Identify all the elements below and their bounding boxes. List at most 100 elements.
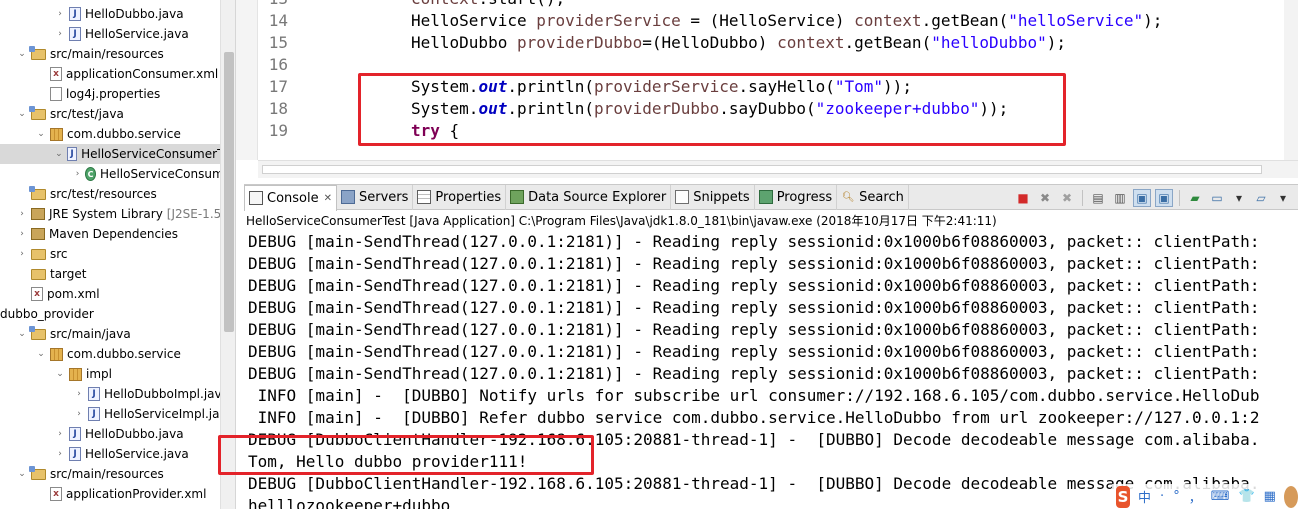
tree-item[interactable]: › src [0,244,235,264]
toolbox-icon[interactable]: ▦ [1264,489,1276,504]
expand-chevron-icon[interactable]: › [16,208,28,220]
tree-item[interactable]: x applicationProvider.xml [0,484,235,504]
tree-item[interactable]: ⌄ src/main/resources [0,464,235,484]
expand-chevron-icon[interactable]: › [54,428,66,440]
view-tab-bar: Console ✕ Servers Properties Data Source Exp… [244,184,1298,211]
open-console-icon[interactable]: ▱ [1252,189,1270,207]
collapse-chevron-icon[interactable]: ⌄ [16,468,28,480]
toolbar-separator [1082,189,1083,206]
tree-item[interactable]: › Maven Dependencies [0,224,235,244]
tree-item[interactable]: › C HelloServiceConsumer [0,164,235,184]
tree-item[interactable]: › J HelloDubbo.java [0,424,235,444]
tab-servers[interactable]: Servers [337,184,414,210]
pin-console-icon[interactable]: ▰ [1186,189,1204,207]
expand-chevron-icon[interactable]: › [54,8,66,20]
class-icon: C [85,167,97,181]
collapse-chevron-icon[interactable]: ⌄ [54,148,64,160]
package-icon [69,367,82,381]
explorer-scrollbar[interactable] [220,0,235,509]
tab-properties[interactable]: Properties [413,184,507,210]
line-number: 16 [268,55,288,74]
code-line[interactable]: 14 HelloService providerService = (HelloS… [258,10,1298,32]
open-console-dropdown-icon[interactable]: ▾ [1274,189,1292,207]
tree-item[interactable]: ⌄ src/main/resources [0,44,235,64]
collapse-chevron-icon[interactable]: ⌄ [35,348,47,360]
tree-item[interactable]: dubbo_provider [0,304,235,324]
expand-chevron-icon[interactable]: › [73,408,85,420]
java-editor[interactable]: 13context.start();14HelloService provide… [236,0,1298,180]
collapse-chevron-icon[interactable]: ⌄ [16,108,28,120]
expand-chevron-icon[interactable]: › [73,388,85,400]
editor-horizontal-scrollbar[interactable] [258,160,1298,178]
clear-console-icon[interactable]: ▤ [1089,189,1107,207]
tree-item[interactable]: ⌄ src/main/java [0,324,235,344]
console-output[interactable]: DEBUG [main-SendThread(127.0.0.1:2181)] … [244,231,1298,509]
tree-item[interactable]: ⌄ impl [0,364,235,384]
expand-chevron-icon[interactable]: › [54,28,66,40]
console-view: Console ✕ Servers Properties Data Source Exp… [244,184,1298,509]
tree-item[interactable]: › J HelloServiceImpl.java [0,404,235,424]
code-line[interactable]: 15 HelloDubbo providerDubbo=(HelloDubbo) … [258,32,1298,54]
tree-item[interactable]: x applicationConsumer.xml [0,64,235,84]
code-text: context.start(); [411,0,565,10]
ime-avatar[interactable] [1283,485,1298,508]
ime-degree-icon[interactable]: ° [1173,489,1180,504]
tab-search[interactable]: 🔍︎ Search [837,184,909,210]
keyboard-icon[interactable]: ⌨ [1211,489,1230,504]
java-file-icon: J [88,387,100,401]
tree-item[interactable]: x pom.xml [0,284,235,304]
tree-item[interactable]: ⌄ src/test/java [0,104,235,124]
code-line[interactable]: 16 [258,54,1298,76]
ime-comma-icon[interactable]: ， [1189,487,1202,506]
explorer-scrollbar-thumb[interactable] [224,52,234,332]
skin-icon[interactable]: 👕 [1238,489,1254,504]
expand-chevron-icon[interactable]: › [73,168,82,180]
terminate-icon[interactable]: ■ [1014,189,1032,207]
tree-item[interactable]: log4j.properties [0,84,235,104]
tree-item[interactable]: › J HelloDubbo.java [0,4,235,24]
expand-chevron-icon[interactable]: › [54,448,66,460]
collapse-chevron-icon[interactable]: ⌄ [35,128,47,140]
tree-item[interactable]: target [0,264,235,284]
display-dropdown-icon[interactable]: ▾ [1230,189,1248,207]
editor-vertical-scrollbar[interactable] [1284,0,1298,160]
tab-snippets[interactable]: Snippets [671,184,755,210]
tree-item-label: log4j.properties [66,87,161,101]
tree-item[interactable]: ⌄ com.dubbo.service [0,344,235,364]
code-line[interactable]: 19 try { [258,120,1298,142]
remove-launch-icon[interactable]: ✖ [1036,189,1054,207]
code-line[interactable]: 17 System.out.println(providerService.say… [258,76,1298,98]
close-icon[interactable]: ✕ [324,193,332,204]
tree-item[interactable]: › J HelloDubboImpl.java [0,384,235,404]
code-line[interactable]: 13 context.start(); [258,0,1298,10]
sogou-logo-icon[interactable]: S [1116,485,1131,508]
collapse-chevron-icon[interactable]: ⌄ [16,328,28,340]
display-selected-console-icon[interactable]: ▭ [1208,189,1226,207]
tree-item[interactable]: › JRE System Library [J2SE-1.5] [0,204,235,224]
expand-chevron-icon[interactable]: › [16,248,28,260]
editor-horizontal-scrollbar-thumb[interactable] [262,165,1262,174]
tree-item[interactable]: › J HelloService.java [0,24,235,44]
ime-status-bar[interactable]: S 中 · ° ， ⌨ 👕 ▦ [1112,484,1298,509]
scroll-lock-icon[interactable]: ▥ [1111,189,1129,207]
collapse-chevron-icon[interactable]: ⌄ [16,48,28,60]
code-text: System.out.println(providerDubbo.sayDubb… [411,98,1008,120]
tree-item[interactable]: src/test/resources [0,184,235,204]
collapse-chevron-icon[interactable]: ⌄ [54,368,66,380]
tree-item[interactable]: ⌄ com.dubbo.service [0,124,235,144]
tree-item[interactable]: › J HelloService.java [0,444,235,464]
console-toolbar: ■ ✖ ✖ ▤ ▥ ▣ ▣ ▰ ▭ ▾ ▱ ▾ [1014,187,1292,208]
tree-item[interactable]: ⌄ J HelloServiceConsumerTes [0,144,235,164]
tab-data-source-explorer[interactable]: Data Source Explorer [506,184,672,210]
show-on-stdout-icon[interactable]: ▣ [1133,188,1151,207]
ime-language-toggle[interactable]: 中 [1138,487,1151,506]
remove-all-launches-icon[interactable]: ✖ [1058,189,1076,207]
tab-progress[interactable]: Progress [755,184,838,210]
ime-punctuation-dot[interactable]: · [1160,489,1164,504]
show-on-stderr-icon[interactable]: ▣ [1155,188,1173,207]
tab-console[interactable]: Console ✕ [244,184,337,211]
code-line[interactable]: 18 System.out.println(providerDubbo.sayDu… [258,98,1298,120]
expand-chevron-icon[interactable]: › [16,228,28,240]
